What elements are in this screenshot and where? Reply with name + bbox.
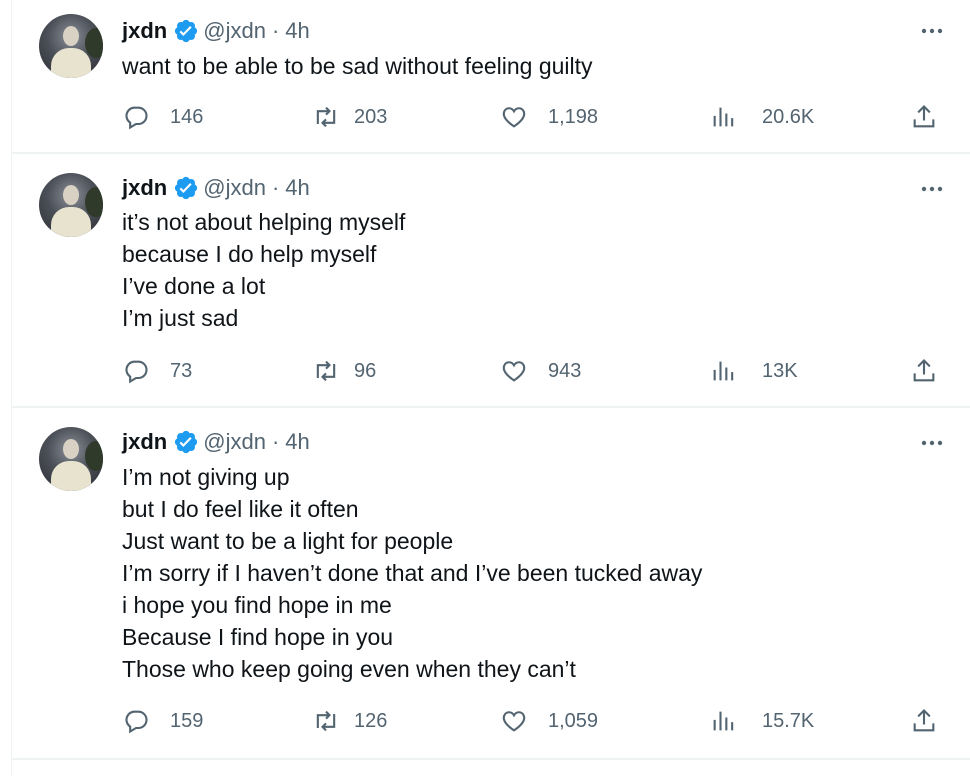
timestamp[interactable]: 4h [285, 429, 309, 455]
separator: · [271, 429, 280, 454]
repost-button[interactable]: 96 [312, 355, 376, 387]
tweet-text: want to be able to be sad without feelin… [122, 50, 942, 82]
reply-button[interactable]: 146 [122, 101, 203, 133]
like-icon [502, 711, 526, 732]
like-button[interactable]: 1,198 [500, 101, 598, 133]
repost-count: 203 [354, 105, 388, 128]
tweet-text: I’m not giving up but I do feel like it … [122, 461, 942, 685]
views-button[interactable]: 15.7K [710, 705, 814, 737]
repost-button[interactable]: 203 [312, 101, 387, 133]
reply-count: 159 [170, 709, 204, 732]
tweet[interactable]: jxdn @jxdn · 4h it’s not about helping m… [12, 154, 970, 406]
author-handle[interactable]: @jxdn [203, 175, 266, 201]
tweet-text-line: want to be able to be sad without feelin… [122, 53, 593, 79]
tweet-text-line: because I do help myself [122, 241, 377, 267]
tweet-text-line: I’m just sad [122, 305, 239, 331]
share-button[interactable] [910, 355, 938, 387]
tweet-text-line: Because I find hope in you [122, 624, 394, 650]
reply-button[interactable]: 159 [122, 705, 203, 737]
divider [12, 758, 970, 760]
like-button[interactable]: 943 [500, 355, 581, 387]
views-count: 15.7K [762, 709, 815, 732]
tweet-actions: 146 203 1,198 20.6K [122, 101, 954, 133]
reply-icon [125, 360, 148, 384]
tweet-actions: 159 126 1,059 15.7K [122, 705, 954, 737]
author-name[interactable]: jxdn [122, 18, 167, 44]
views-icon [713, 711, 734, 731]
avatar[interactable] [39, 14, 103, 78]
repost-count: 126 [354, 709, 388, 732]
tweet-text-line: I’ve done a lot [122, 273, 266, 299]
like-button[interactable]: 1,059 [500, 705, 598, 737]
like-count: 943 [548, 359, 582, 382]
reply-count: 73 [170, 359, 193, 382]
share-icon [913, 359, 935, 382]
views-count: 20.6K [762, 105, 815, 128]
tweet-actions: 73 96 943 13K [122, 355, 954, 387]
author-handle[interactable]: @jxdn [203, 18, 266, 44]
repost-button[interactable]: 126 [312, 705, 387, 737]
share-button[interactable] [910, 101, 938, 133]
more-icon[interactable] [920, 24, 944, 38]
timestamp[interactable]: 4h [285, 18, 309, 44]
verified-icon [175, 19, 198, 43]
views-button[interactable]: 20.6K [710, 101, 814, 133]
verified-icon [175, 430, 198, 454]
tweet-text-line: i hope you find hope in me [122, 592, 392, 618]
verified-icon [175, 176, 198, 200]
tweet[interactable]: jxdn @jxdn · 4h I’m not giving up but I … [12, 408, 970, 758]
tweet-header: jxdn @jxdn · 4h [122, 426, 310, 458]
timestamp[interactable]: 4h [285, 175, 309, 201]
like-count: 1,059 [548, 709, 599, 732]
tweet-text-line: it’s not about helping myself [122, 209, 406, 235]
tweet[interactable]: jxdn @jxdn · 4h want to be able to be sa… [12, 0, 970, 152]
repost-icon [316, 360, 336, 382]
views-icon [713, 361, 734, 381]
tweet-text-line: but I do feel like it often [122, 496, 359, 522]
like-icon [502, 361, 526, 382]
reply-icon [125, 710, 148, 734]
tweet-text-line: I’m sorry if I haven’t done that and I’v… [122, 560, 703, 586]
author-name[interactable]: jxdn [122, 175, 167, 201]
share-icon [913, 709, 935, 732]
reply-count: 146 [170, 105, 204, 128]
share-icon [913, 105, 935, 128]
separator: · [271, 18, 280, 43]
more-icon[interactable] [920, 182, 944, 196]
views-icon [713, 107, 734, 127]
avatar[interactable] [39, 427, 103, 491]
avatar[interactable] [39, 173, 103, 237]
author-name[interactable]: jxdn [122, 429, 167, 455]
reply-button[interactable]: 73 [122, 355, 192, 387]
repost-count: 96 [354, 359, 377, 382]
repost-icon [316, 710, 336, 732]
timeline-feed: jxdn @jxdn · 4h want to be able to be sa… [0, 0, 970, 776]
tweet-text: it’s not about helping myself because I … [122, 206, 942, 334]
tweet-text-line: I’m not giving up [122, 464, 290, 490]
tweet-text-line: Just want to be a light for people [122, 528, 454, 554]
reply-icon [125, 106, 148, 130]
views-button[interactable]: 13K [710, 355, 798, 387]
author-handle[interactable]: @jxdn [203, 429, 266, 455]
views-count: 13K [762, 359, 798, 382]
like-count: 1,198 [548, 105, 599, 128]
share-button[interactable] [910, 705, 938, 737]
tweet-text-line: Those who keep going even when they can’… [122, 656, 576, 682]
repost-icon [316, 106, 336, 128]
separator: · [271, 175, 280, 200]
more-icon[interactable] [920, 436, 944, 450]
tweet-header: jxdn @jxdn · 4h [122, 172, 310, 204]
like-icon [502, 107, 526, 128]
tweet-header: jxdn @jxdn · 4h [122, 15, 310, 47]
